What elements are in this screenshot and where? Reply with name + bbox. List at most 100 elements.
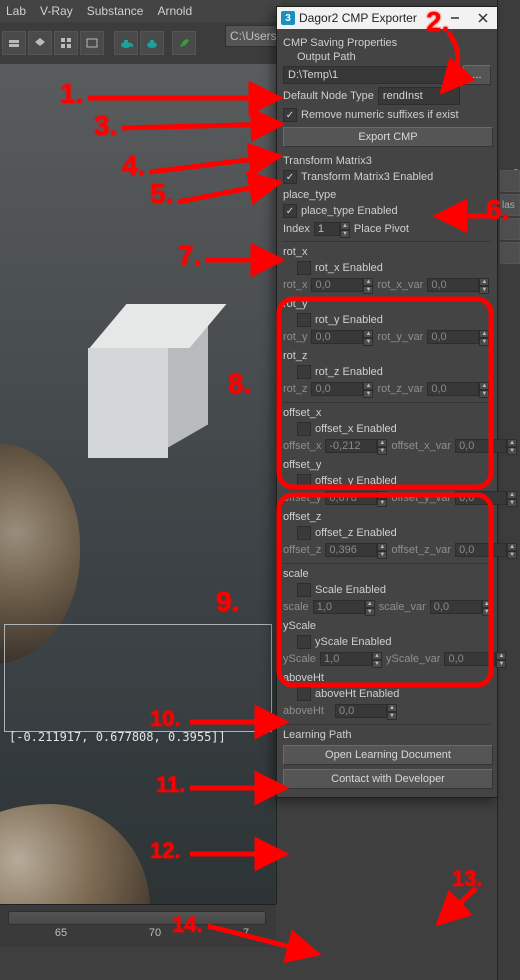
default-node-type-label: Default Node Type	[283, 90, 374, 102]
scale-enabled-checkbox[interactable]	[297, 583, 311, 597]
rot-y-var-label: rot_y_var	[377, 331, 423, 343]
place-type-index-spinner[interactable]: 1 ▲▼	[314, 222, 350, 236]
saving-header: CMP Saving Properties	[283, 37, 491, 49]
toolbar-button-c[interactable]	[54, 31, 78, 55]
offset-y-title: offset_y	[283, 459, 491, 471]
remove-suffixes-checkbox[interactable]	[283, 108, 297, 122]
rot-x-enabled-label: rot_x Enabled	[315, 262, 383, 274]
aboveht-enabled-label: aboveHt Enabled	[315, 688, 399, 700]
offset-z-var-label: offset_z_var	[391, 544, 451, 556]
toolbar-button-a[interactable]	[2, 31, 26, 55]
menu-vray[interactable]: V-Ray	[40, 4, 73, 18]
browse-button[interactable]: ...	[463, 65, 491, 85]
rot-y-enabled-checkbox[interactable]	[297, 313, 311, 327]
menu-lab[interactable]: Lab	[6, 4, 26, 18]
toolbar-button-b[interactable]	[28, 31, 52, 55]
stack-icon	[33, 36, 47, 50]
offset-z-title: offset_z	[283, 511, 491, 523]
yscale-var-spinner[interactable]: 0,0▲▼	[444, 652, 506, 666]
offset-z-spinner[interactable]: 0,396▲▼	[325, 543, 387, 557]
rot-y-title: rot_y	[283, 298, 491, 310]
aboveht-enabled-checkbox[interactable]	[297, 687, 311, 701]
rot-x-enabled-checkbox[interactable]	[297, 261, 311, 275]
offset-z-enabled-checkbox[interactable]	[297, 526, 311, 540]
close-button[interactable]	[469, 7, 497, 29]
side-tab-c[interactable]	[500, 218, 520, 240]
yscale-spinner[interactable]: 1,0▲▼	[320, 652, 382, 666]
menu-arnold[interactable]: Arnold	[157, 4, 192, 18]
place-type-title: place_type	[283, 189, 491, 201]
menu-substance[interactable]: Substance	[87, 4, 144, 18]
rot-x-spinner[interactable]: 0,0▲▼	[311, 278, 373, 292]
rot-z-enabled-checkbox[interactable]	[297, 365, 311, 379]
transform-matrix3-title: Transform Matrix3	[283, 155, 491, 167]
contact-developer-button[interactable]: Contact with Developer	[283, 769, 493, 789]
offset-x-enabled-checkbox[interactable]	[297, 422, 311, 436]
rot-x-label: rot_x	[283, 279, 307, 291]
dialog-title: Dagor2 CMP Exporter	[299, 11, 417, 25]
yscale-title: yScale	[283, 620, 491, 632]
teapot-icon	[118, 36, 134, 50]
timeline[interactable]: 65 70 7	[0, 904, 276, 947]
toolbar-button-teapot-a[interactable]	[114, 31, 138, 55]
place-type-enabled-checkbox[interactable]	[283, 204, 297, 218]
project-path-field[interactable]: C:\Users\	[225, 25, 279, 47]
scene-cube	[100, 304, 200, 444]
offset-x-var-spinner[interactable]: 0,0▲▼	[455, 439, 517, 453]
aboveht-spinner[interactable]: 0,0▲▼	[335, 704, 397, 718]
open-learning-button[interactable]: Open Learning Document	[283, 745, 493, 765]
place-type-index-label: Index	[283, 223, 310, 235]
offset-x-spinner[interactable]: -0,212▲▼	[325, 439, 387, 453]
scale-var-spinner[interactable]: 0,0▲▼	[430, 600, 492, 614]
rot-y-var-spinner[interactable]: 0,0▲▼	[427, 330, 489, 344]
rot-z-var-spinner[interactable]: 0,0▲▼	[427, 382, 489, 396]
grid-icon	[59, 36, 73, 50]
yscale-var-label: yScale_var	[386, 653, 440, 665]
rot-y-label: rot_y	[283, 331, 307, 343]
yscale-enabled-checkbox[interactable]	[297, 635, 311, 649]
offset-y-spinner[interactable]: 0,678▲▼	[325, 491, 387, 505]
rot-x-title: rot_x	[283, 246, 491, 258]
minimize-button[interactable]	[441, 7, 469, 29]
scale-title: scale	[283, 568, 491, 580]
app-icon: 3	[281, 11, 295, 25]
toolbar-button-teapot-b[interactable]	[140, 31, 164, 55]
scale-spinner[interactable]: 1,0▲▼	[313, 600, 375, 614]
toolbar-button-d[interactable]	[80, 31, 104, 55]
timeline-track[interactable]	[8, 911, 266, 925]
yscale-label: yScale	[283, 653, 316, 665]
viewport-selection-rect	[4, 624, 272, 732]
offset-y-enabled-checkbox[interactable]	[297, 474, 311, 488]
transform-matrix3-enabled-checkbox[interactable]	[283, 170, 297, 184]
place-pivot-label: Place Pivot	[354, 223, 409, 235]
transform-matrix3-enabled-label: Transform Matrix3 Enabled	[301, 171, 433, 183]
offset-x-title: offset_x	[283, 407, 491, 419]
rot-x-var-spinner[interactable]: 0,0▲▼	[427, 278, 489, 292]
rot-z-var-label: rot_z_var	[377, 383, 423, 395]
rot-y-spinner[interactable]: 0,0▲▼	[311, 330, 373, 344]
side-tab-a[interactable]	[500, 170, 520, 192]
project-icon	[85, 36, 99, 50]
scale-enabled-label: Scale Enabled	[315, 584, 386, 596]
rot-y-enabled-label: rot_y Enabled	[315, 314, 383, 326]
rot-z-spinner[interactable]: 0,0▲▼	[311, 382, 373, 396]
offset-y-enabled-label: offset_y Enabled	[315, 475, 397, 487]
timeline-ticks: 65 70 7	[0, 927, 304, 947]
side-tab-d[interactable]	[500, 242, 520, 264]
default-node-type-input[interactable]	[378, 87, 460, 105]
offset-y-var-spinner[interactable]: 0,0▲▼	[455, 491, 517, 505]
output-path-input[interactable]	[283, 66, 459, 84]
offset-z-var-spinner[interactable]: 0,0▲▼	[455, 543, 517, 557]
rot-z-enabled-label: rot_z Enabled	[315, 366, 383, 378]
export-button[interactable]: Export CMP	[283, 127, 493, 147]
layer-icon	[7, 36, 21, 50]
teapot-icon	[144, 36, 160, 50]
viewport[interactable]: [-0.211917, 0.677808, 0.3955]]	[0, 64, 277, 904]
output-path-label: Output Path	[283, 51, 491, 63]
offset-x-var-label: offset_x_var	[391, 440, 451, 452]
main-menu-bar: Lab V-Ray Substance Arnold	[0, 0, 282, 23]
close-icon	[478, 13, 488, 23]
dialog-titlebar[interactable]: 3 Dagor2 CMP Exporter	[277, 7, 497, 29]
toolbar-button-e[interactable]	[172, 31, 196, 55]
rot-x-var-label: rot_x_var	[377, 279, 423, 291]
